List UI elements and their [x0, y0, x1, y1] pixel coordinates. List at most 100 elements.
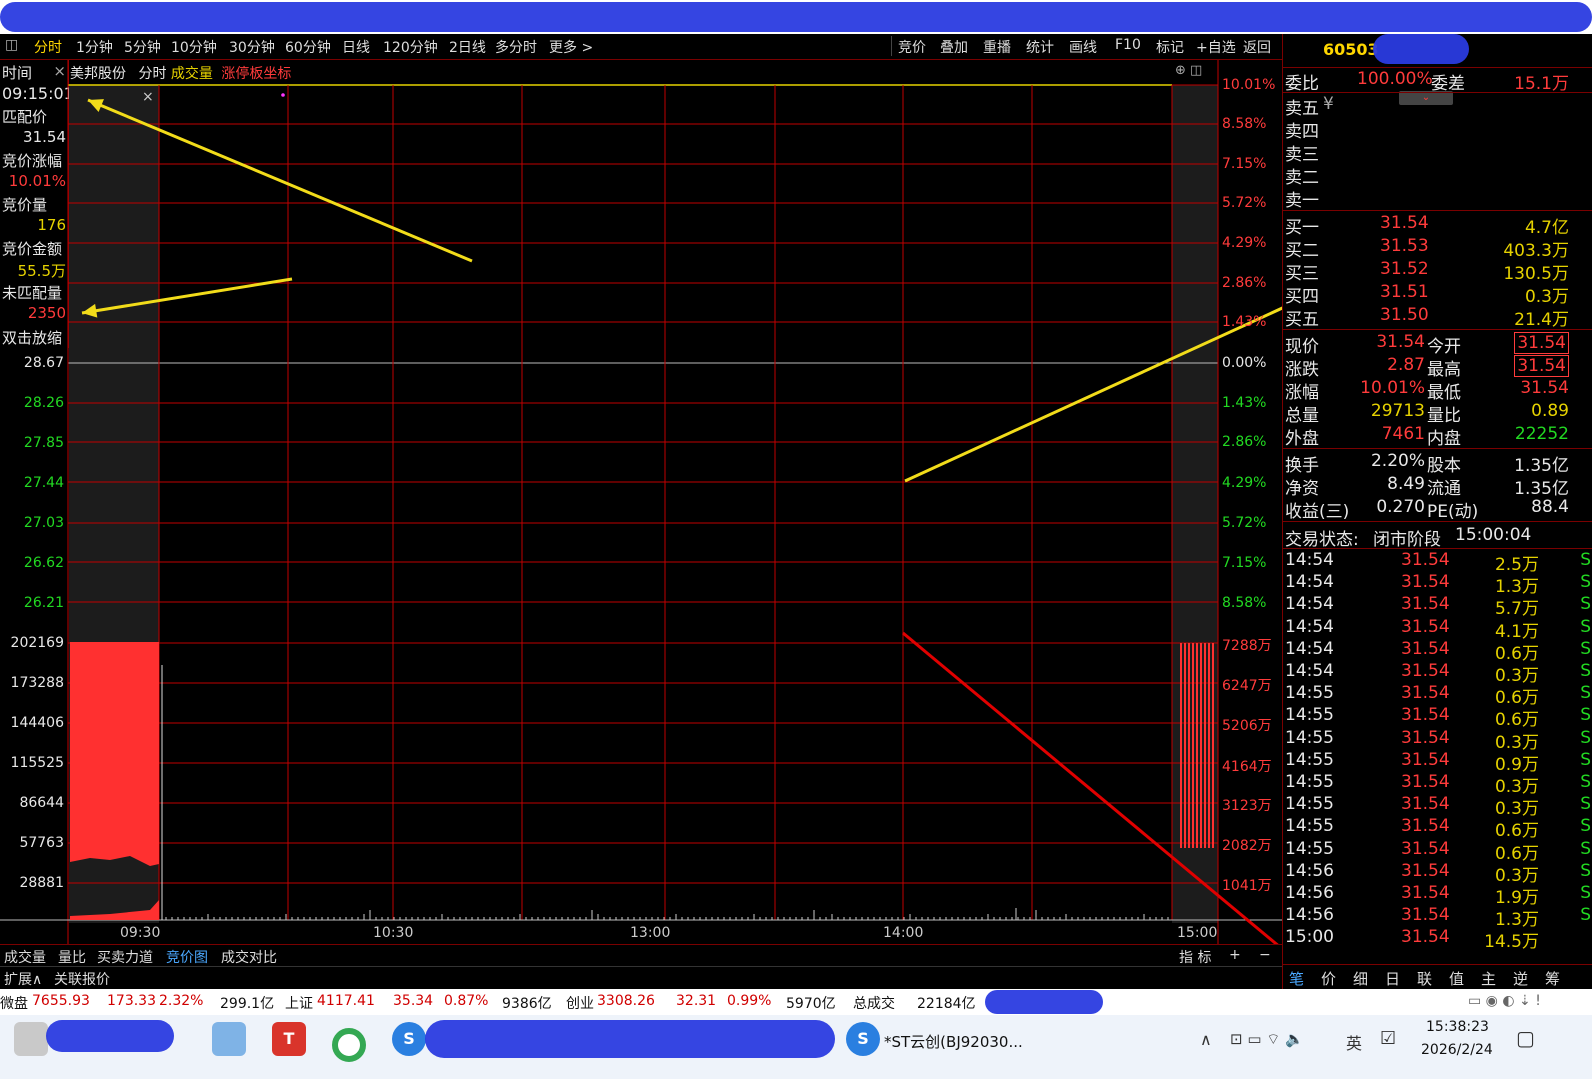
trade-status-row: 交易状态: 闭市阶段 15:00:04 — [1285, 525, 1532, 550]
clock-time[interactable]: 15:38:23 — [1426, 1019, 1489, 1035]
related-quote-button[interactable]: 关联报价 — [54, 969, 110, 989]
pct-tick: 4.29% — [1222, 235, 1267, 251]
tab-120min[interactable]: 120分钟 — [383, 37, 438, 57]
intraday-chart[interactable]: × — [0, 60, 1282, 944]
left-axis: 28.67 28.26 27.85 27.44 27.03 26.62 26.2… — [0, 348, 68, 923]
pct-tick: 5.72% — [1222, 515, 1267, 531]
tool-draw[interactable]: 画线 — [1069, 37, 1097, 57]
indicator-button[interactable]: 指 标 — [1179, 947, 1211, 967]
expand-button[interactable]: 扩展∧ — [4, 969, 42, 989]
volume-tick: 115525 — [10, 755, 64, 771]
tab-5min[interactable]: 5分钟 — [124, 37, 161, 57]
stat-row: 总量 29713 量比 0.89 — [1285, 401, 1569, 426]
tab-volume-ratio[interactable]: 量比 — [58, 947, 86, 967]
sell1-label: 卖一 — [1285, 191, 1319, 211]
period-tab-bar: ◫ 分时 1分钟 5分钟 10分钟 30分钟 60分钟 日线 120分钟 2日线… — [0, 34, 1282, 60]
clock-date[interactable]: 2026/2/24 — [1421, 1042, 1493, 1058]
t-app-icon[interactable]: T — [272, 1022, 306, 1056]
tray-check-icon[interactable]: ☑ — [1380, 1028, 1396, 1049]
chrome-icon[interactable] — [332, 1028, 366, 1062]
volume-tick: 57763 — [19, 835, 64, 851]
tool-f10[interactable]: F10 — [1115, 37, 1141, 53]
time-tick: 15:00 — [1177, 925, 1218, 941]
tray-chevron-icon[interactable]: ∧ — [1200, 1030, 1212, 1049]
time-tick: 14:00 — [883, 925, 924, 941]
window-titlebar — [0, 0, 1592, 34]
pct-tick: 5.72% — [1222, 195, 1267, 211]
s-app-icon[interactable]: S — [846, 1022, 880, 1056]
quote-tab[interactable]: 笔 — [1289, 968, 1304, 989]
pct-tick: 8.58% — [1222, 595, 1267, 611]
tab-buy-sell-force[interactable]: 买卖力道 — [97, 947, 153, 967]
stock-code: 60503 — [1323, 40, 1379, 59]
tab-fenshi[interactable]: 分时 — [34, 37, 62, 57]
notification-icon[interactable]: ▢ — [1516, 1026, 1535, 1050]
ime-indicator[interactable]: 英 — [1346, 1030, 1362, 1054]
redaction-scribble — [46, 1020, 174, 1052]
tool-back[interactable]: 返回 — [1243, 37, 1271, 57]
pct-tick: 0.00% — [1222, 355, 1267, 371]
tab-volume[interactable]: 成交量 — [4, 947, 46, 967]
indicator-tab-bar: 成交量 量比 买卖力道 竞价图 成交对比 指 标 + − — [0, 944, 1282, 967]
total-volume-value: 22184亿 — [917, 996, 976, 1012]
tab-more[interactable]: 更多 > — [549, 37, 593, 57]
tick-row: 14:55 31.54 0.6万 S — [1285, 705, 1591, 731]
tab-2day[interactable]: 2日线 — [449, 37, 486, 57]
statusbar-icons[interactable]: ▭ ◉ ◐ ⇣ ! — [1468, 993, 1541, 1009]
quote-tab[interactable]: 细 — [1353, 968, 1368, 989]
index-change: 35.34 — [393, 993, 434, 1009]
price-tick: 26.21 — [23, 595, 64, 611]
buy5-row[interactable]: 买五 31.50 21.4万 — [1283, 305, 1592, 330]
stat-row: 净资 8.49 流通 1.35亿 — [1285, 474, 1569, 499]
tool-overlay[interactable]: 叠加 — [940, 37, 968, 57]
pct-tick: 2.86% — [1222, 434, 1267, 450]
tool-auction[interactable]: 竞价 — [898, 37, 926, 57]
tab-daily[interactable]: 日线 — [342, 37, 370, 57]
tab-multi[interactable]: 多分时 — [495, 37, 537, 57]
closing-volume-bar — [1188, 643, 1190, 848]
tab-1min[interactable]: 1分钟 — [76, 37, 113, 57]
quote-tab[interactable]: 日 — [1385, 968, 1400, 989]
app-icon[interactable] — [14, 1022, 48, 1056]
closing-volume-bar — [1192, 643, 1194, 848]
buy1-row[interactable]: 买一 31.54 4.7亿 — [1283, 213, 1592, 238]
tool-replay[interactable]: 重播 — [983, 37, 1011, 57]
quote-tab[interactable]: 值 — [1449, 968, 1464, 989]
buy2-row[interactable]: 买二 31.53 403.3万 — [1283, 236, 1592, 261]
vol-amt-tick: 3123万 — [1222, 798, 1272, 814]
quote-tab[interactable]: 筹 — [1545, 968, 1560, 989]
buy4-row[interactable]: 买四 31.51 0.3万 — [1283, 282, 1592, 307]
add-indicator-button[interactable]: + — [1229, 947, 1241, 963]
computer-icon[interactable] — [212, 1022, 246, 1056]
quote-tab[interactable]: 主 — [1481, 968, 1496, 989]
tool-stats[interactable]: 统计 — [1026, 37, 1054, 57]
quote-tab[interactable]: 价 — [1321, 968, 1336, 989]
buy3-row[interactable]: 买三 31.52 130.5万 — [1283, 259, 1592, 284]
tab-30min[interactable]: 30分钟 — [229, 37, 275, 57]
tab-60min[interactable]: 60分钟 — [285, 37, 331, 57]
index-pct: 0.99% — [727, 993, 772, 1009]
s-app-icon[interactable]: S — [392, 1022, 426, 1056]
tab-volume-compare[interactable]: 成交对比 — [221, 947, 277, 967]
tick-list[interactable]: 14:54 31.54 2.5万 S 14:54 31.54 1.3万 S 14:54 31.54… — [1283, 550, 1592, 952]
quote-panel-tabs: 笔价细日联值主逆筹 — [1283, 967, 1592, 989]
quote-tab[interactable]: 逆 — [1513, 968, 1528, 989]
price-tick: 28.26 — [23, 395, 64, 411]
weicha-value: 15.1万 — [1514, 74, 1569, 94]
tool-add-watchlist[interactable]: +自选 — [1196, 37, 1236, 57]
tool-mark[interactable]: 标记 — [1156, 37, 1184, 57]
tab-10min[interactable]: 10分钟 — [171, 37, 217, 57]
quote-tab[interactable]: 联 — [1417, 968, 1432, 989]
panel-toggle-icon[interactable]: ◫ — [5, 37, 18, 53]
closing-volume-bar — [1184, 643, 1186, 848]
window-title-button[interactable]: *ST云创(BJ92030... — [884, 1031, 1023, 1052]
remove-indicator-button[interactable]: − — [1259, 947, 1271, 963]
pct-tick: 10.01% — [1222, 77, 1276, 93]
tray-icons[interactable]: ⊡ ▭ ⌔ 🔈 — [1230, 1030, 1304, 1049]
tick-row: 14:56 31.54 0.3万 S — [1285, 860, 1591, 886]
index-name: 上证 — [285, 996, 313, 1012]
volume-tick: 86644 — [19, 795, 64, 811]
tab-auction-chart[interactable]: 竞价图 — [166, 947, 208, 967]
redaction-scribble — [425, 1020, 835, 1058]
redaction-scribble — [0, 2, 1592, 32]
